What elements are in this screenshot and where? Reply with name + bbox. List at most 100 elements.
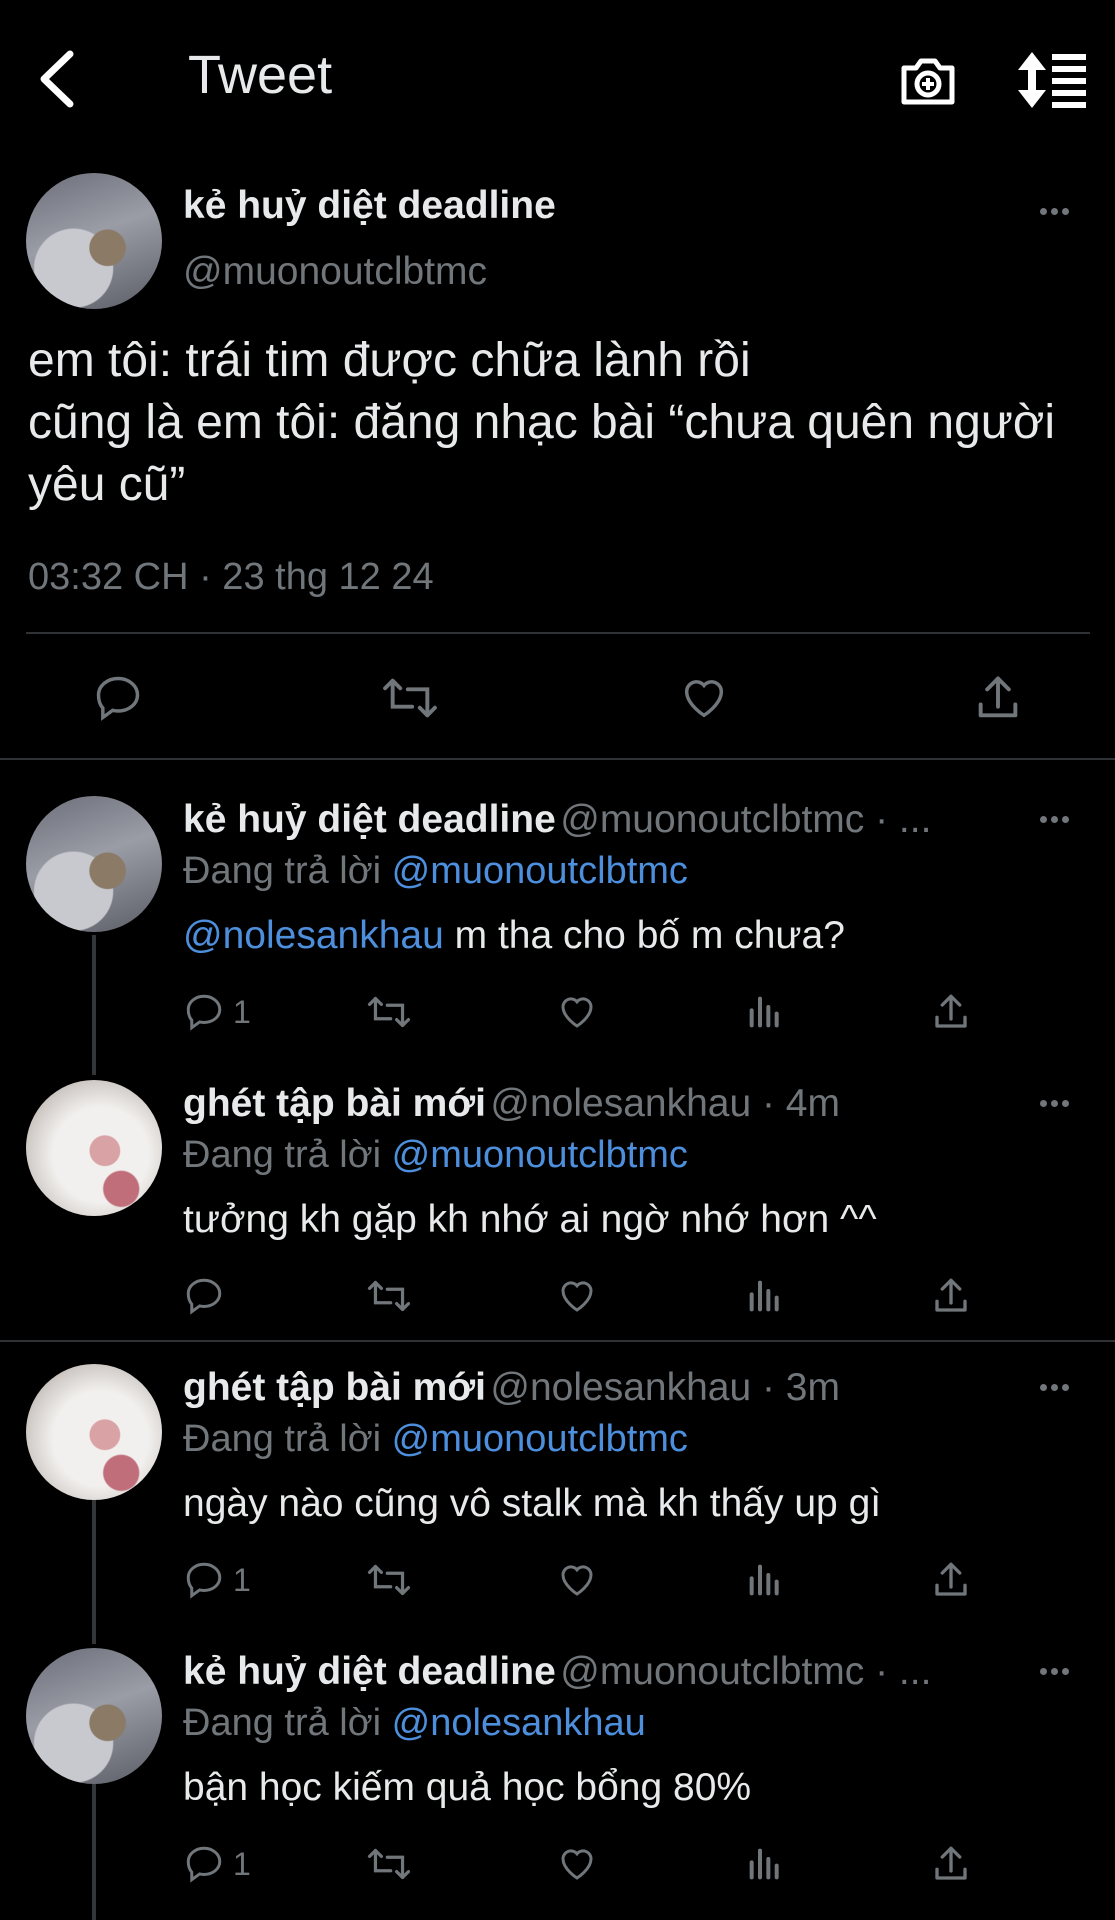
reply-header: kẻ huỷ diệt deadline @muonoutclbtmc · ..… xyxy=(183,1650,931,1694)
camera-button[interactable] xyxy=(898,50,958,110)
like-button[interactable] xyxy=(555,1274,599,1318)
more-options-button[interactable] xyxy=(1038,810,1082,840)
more-icon xyxy=(1038,1378,1071,1395)
reply-icon xyxy=(186,994,222,1031)
share-icon xyxy=(935,1278,967,1312)
avatar[interactable] xyxy=(26,1080,162,1216)
sort-button[interactable] xyxy=(1018,50,1088,110)
divider xyxy=(0,758,1115,760)
top-bar: Tweet xyxy=(0,0,1115,150)
replying-to: Đang trả lời @muonoutclbtmc xyxy=(183,1134,688,1177)
more-options-button[interactable] xyxy=(1038,1094,1082,1124)
more-icon xyxy=(1038,1662,1071,1679)
replying-to-handle[interactable]: @nolesankhau xyxy=(392,1702,646,1744)
like-button[interactable] xyxy=(674,668,734,728)
retweet-button[interactable] xyxy=(367,1558,411,1602)
divider xyxy=(0,1340,1115,1342)
reply-text: bận học kiếm quả học bổng 80% xyxy=(183,1766,752,1809)
reply-icon xyxy=(186,1278,222,1315)
author-meta[interactable]: @nolesankhau · 3m xyxy=(490,1366,840,1409)
share-button[interactable] xyxy=(929,990,973,1034)
replying-to-handle[interactable]: @muonoutclbtmc xyxy=(392,850,688,892)
reply-text: ngày nào cũng vô stalk mà kh thấy up gì xyxy=(183,1482,882,1525)
share-button[interactable] xyxy=(929,1558,973,1602)
views-button[interactable] xyxy=(743,1842,787,1886)
replying-to: Đang trả lời @muonoutclbtmc xyxy=(183,850,688,893)
back-button[interactable] xyxy=(34,46,88,112)
avatar[interactable] xyxy=(26,173,162,309)
reply-button[interactable] xyxy=(88,668,148,728)
author-meta[interactable]: @muonoutclbtmc · ... xyxy=(560,798,931,841)
author-name[interactable]: kẻ huỷ diệt deadline xyxy=(183,184,556,228)
divider xyxy=(26,632,1090,634)
views-button[interactable] xyxy=(743,1274,787,1318)
heart-icon xyxy=(561,1281,593,1312)
mention-link[interactable]: @nolesankhau xyxy=(183,914,444,957)
author-name[interactable]: kẻ huỷ diệt deadline xyxy=(183,1650,556,1693)
page-title: Tweet xyxy=(188,45,333,105)
more-options-button[interactable] xyxy=(1038,202,1082,232)
tweet-timestamp: 03:32 CH · 23 thg 12 24 xyxy=(28,556,434,598)
heart-icon xyxy=(561,997,593,1028)
thread-line xyxy=(92,1500,96,1644)
reply-icon xyxy=(186,1562,222,1599)
retweet-icon xyxy=(367,996,411,1028)
share-icon xyxy=(935,1562,967,1596)
retweet-button[interactable] xyxy=(367,990,411,1034)
like-button[interactable] xyxy=(555,1842,599,1886)
replying-prefix: Đang trả lời xyxy=(183,1418,382,1460)
views-chart-icon xyxy=(749,996,779,1028)
retweet-icon xyxy=(367,1564,411,1596)
reply-button[interactable]: 1 xyxy=(183,1842,263,1886)
retweet-icon xyxy=(367,1280,411,1312)
share-button[interactable] xyxy=(929,1842,973,1886)
reply-body: m tha cho bố m chưa? xyxy=(443,914,845,957)
avatar[interactable] xyxy=(26,1648,162,1784)
author-name[interactable]: ghét tập bài mới xyxy=(183,1366,486,1409)
share-icon xyxy=(978,676,1018,718)
replying-prefix: Đang trả lời xyxy=(183,850,382,892)
author-name[interactable]: ghét tập bài mới xyxy=(183,1082,486,1125)
reply-button[interactable]: 1 xyxy=(183,1558,263,1602)
views-chart-icon xyxy=(749,1848,779,1880)
chevron-left-icon xyxy=(40,50,74,108)
retweet-button[interactable] xyxy=(367,1274,411,1318)
replying-to-handle[interactable]: @muonoutclbtmc xyxy=(392,1418,688,1460)
views-chart-icon xyxy=(749,1280,779,1312)
avatar[interactable] xyxy=(26,796,162,932)
reply-text: tưởng kh gặp kh nhớ ai ngờ nhớ hơn ^^ xyxy=(183,1198,877,1241)
author-handle[interactable]: @muonoutclbtmc xyxy=(183,250,487,294)
retweet-icon xyxy=(367,1848,411,1880)
retweet-button[interactable] xyxy=(367,1842,411,1886)
views-button[interactable] xyxy=(743,990,787,1034)
heart-icon xyxy=(561,1565,593,1596)
avatar[interactable] xyxy=(26,1364,162,1500)
share-button[interactable] xyxy=(968,668,1028,728)
replying-to-handle[interactable]: @muonoutclbtmc xyxy=(392,1134,688,1176)
share-button[interactable] xyxy=(929,1274,973,1318)
reply-icon xyxy=(186,1846,222,1883)
more-options-button[interactable] xyxy=(1038,1378,1082,1408)
views-chart-icon xyxy=(749,1564,779,1596)
like-button[interactable] xyxy=(555,990,599,1034)
more-icon xyxy=(1038,1094,1071,1111)
reply-text: @nolesankhau m tha cho bố m chưa? xyxy=(183,914,845,958)
views-button[interactable] xyxy=(743,1558,787,1602)
reply-header: ghét tập bài mới @nolesankhau · 4m xyxy=(183,1082,840,1126)
share-icon xyxy=(935,994,967,1028)
retweet-button[interactable] xyxy=(380,668,440,728)
replying-to: Đang trả lời @nolesankhau xyxy=(183,1702,646,1745)
like-button[interactable] xyxy=(555,1558,599,1602)
reply-button[interactable]: 1 xyxy=(183,990,263,1034)
author-name[interactable]: kẻ huỷ diệt deadline xyxy=(183,798,556,841)
replying-prefix: Đang trả lời xyxy=(183,1702,382,1744)
camera-add-icon xyxy=(901,58,955,105)
thread-line xyxy=(92,935,96,1075)
more-options-button[interactable] xyxy=(1038,1662,1082,1692)
reply-header: kẻ huỷ diệt deadline @muonoutclbtmc · ..… xyxy=(183,798,931,842)
author-meta[interactable]: @nolesankhau · 4m xyxy=(490,1082,840,1125)
replying-prefix: Đang trả lời xyxy=(183,1134,382,1176)
reply-button[interactable] xyxy=(183,1274,263,1318)
author-meta[interactable]: @muonoutclbtmc · ... xyxy=(560,1650,931,1693)
reply-icon xyxy=(96,676,140,721)
